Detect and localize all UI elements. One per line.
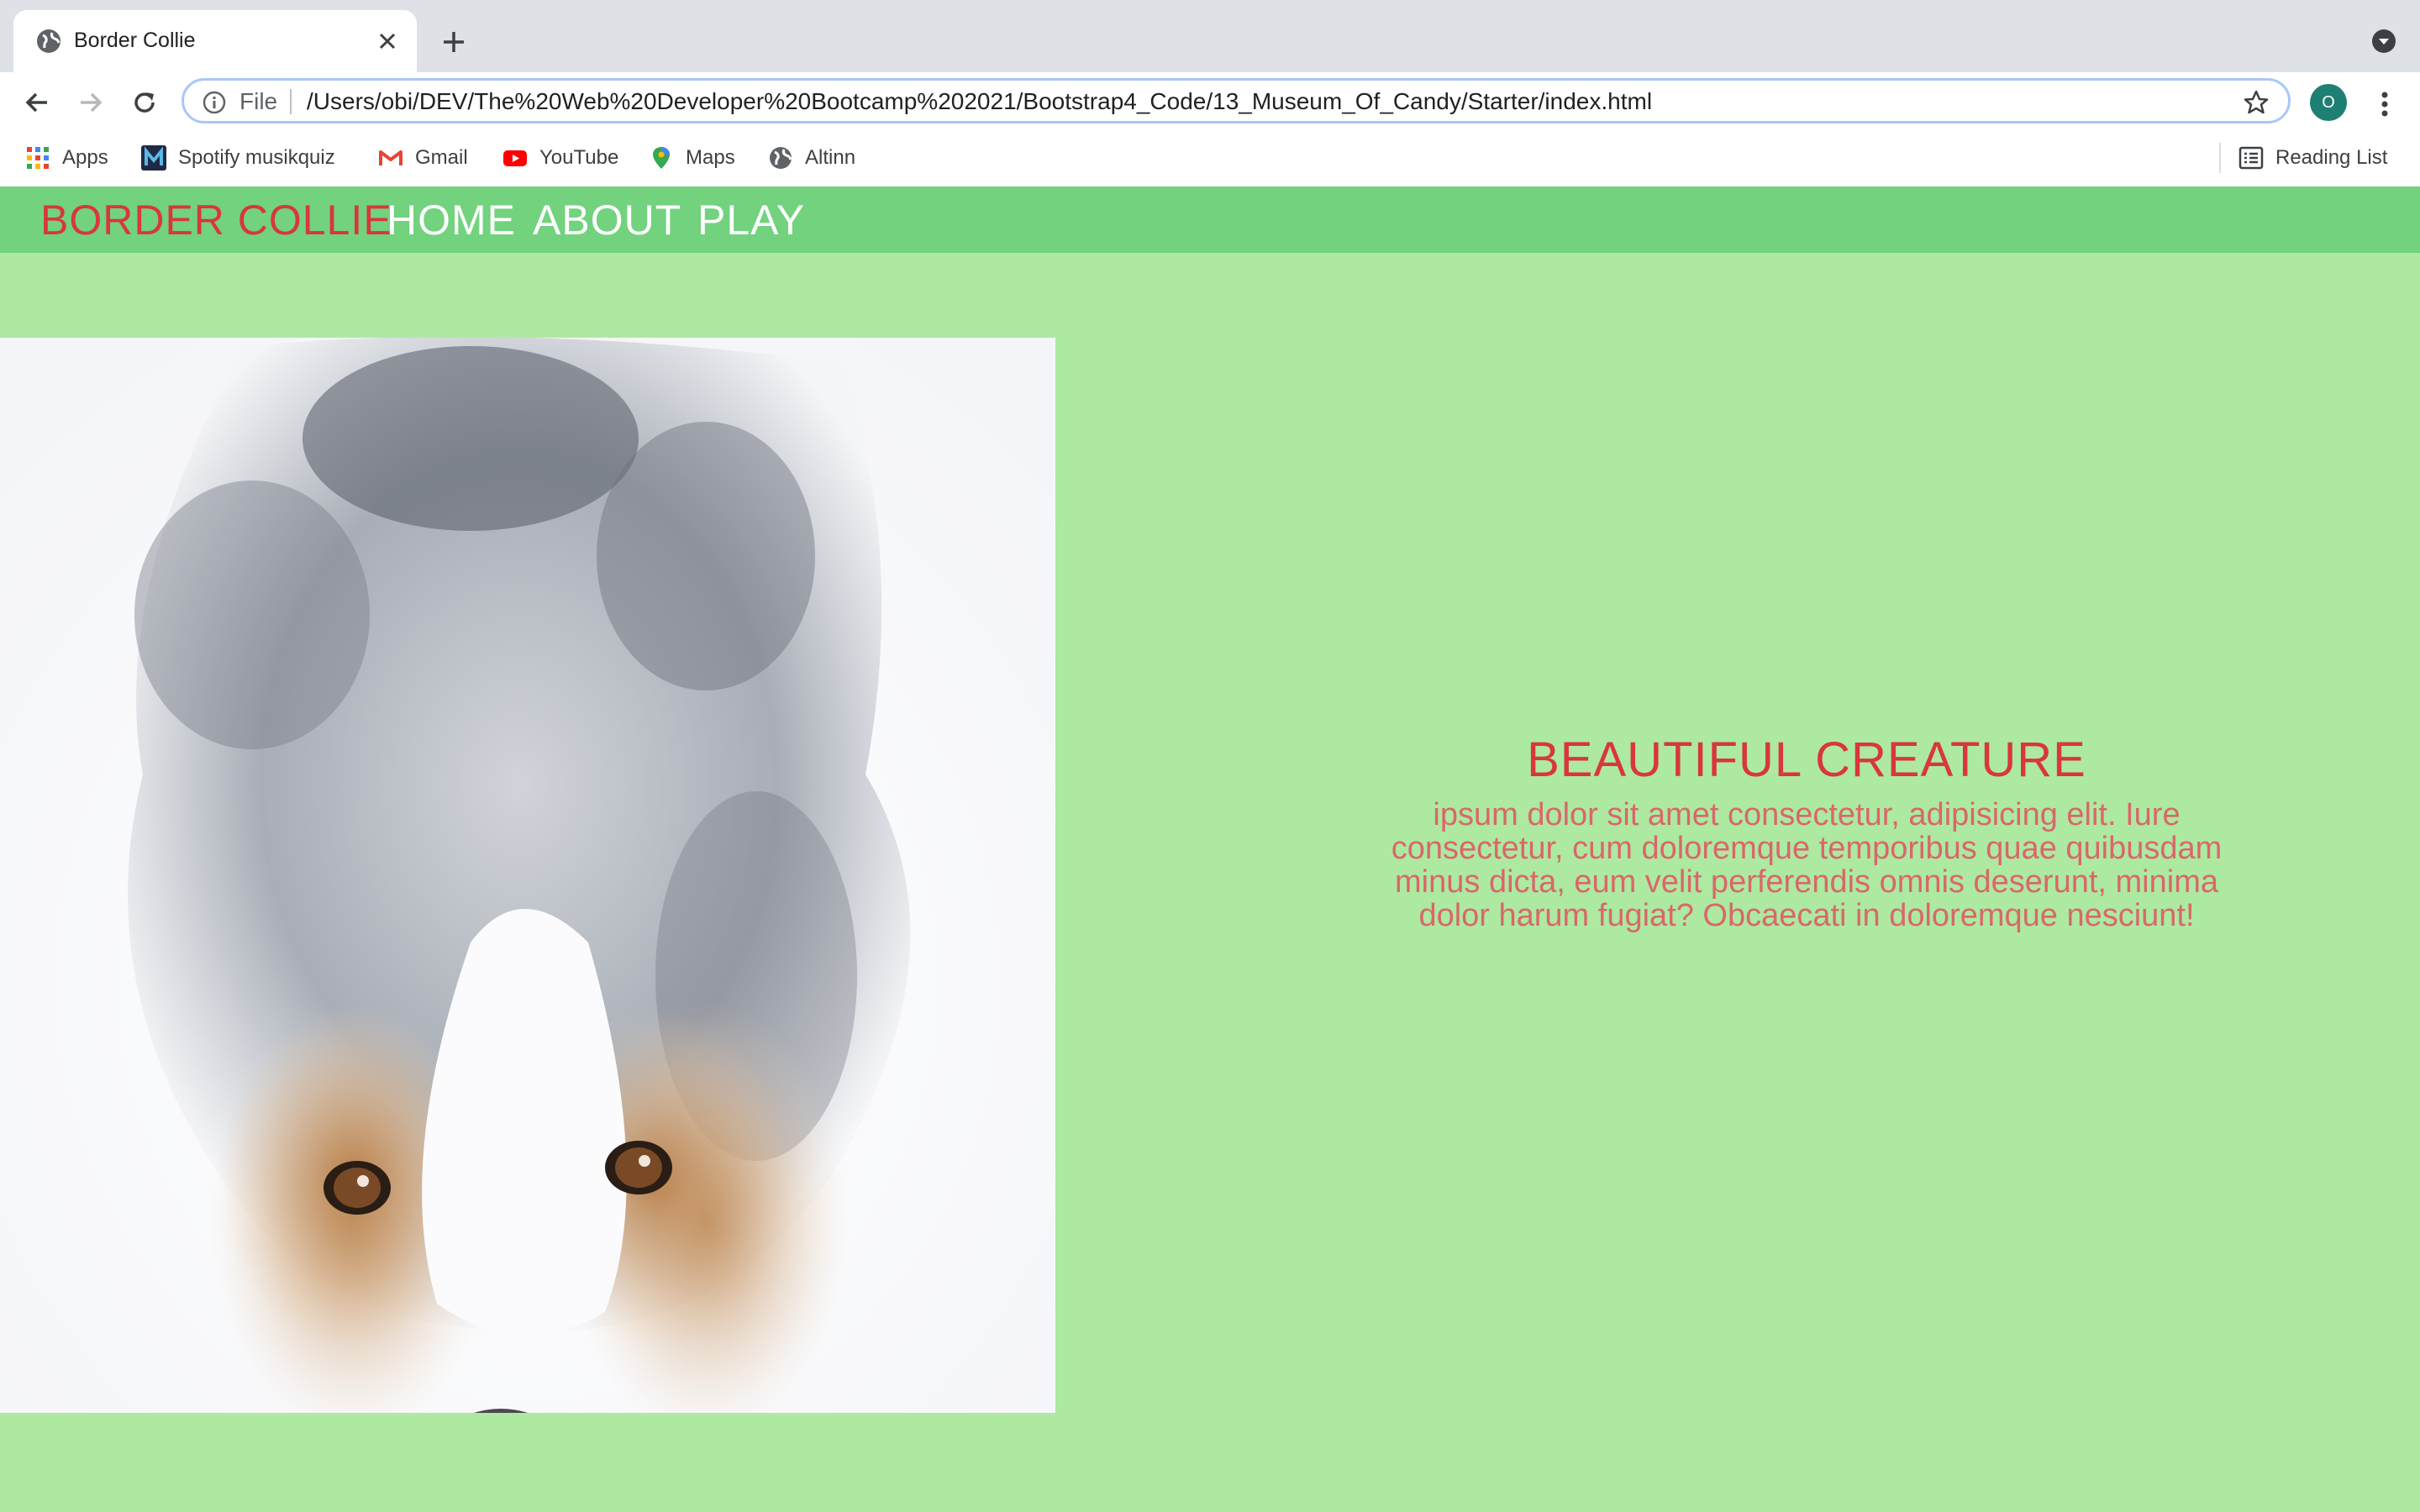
bookmark-altinn[interactable]: Altinn [768,143,855,173]
bookmark-gmail[interactable]: Gmail [378,143,468,173]
forward-icon[interactable] [74,86,108,119]
browser-tab[interactable]: Border Collie [13,10,417,72]
bookmark-label: Spotify musikquiz [178,146,335,169]
youtube-icon [503,150,527,166]
bookmark-label: Apps [62,146,108,169]
apps-grid-icon [27,147,49,169]
info-icon[interactable] [203,91,226,114]
bookmarks-bar: Apps Spotify musikquiz Gmail YouTube Map… [0,131,2420,187]
address-bar[interactable]: File /Users/obi/DEV/The%20Web%20Develope… [182,78,2291,123]
nav-link-play[interactable]: PLAY [697,197,805,244]
reading-list-button[interactable]: Reading List [2238,143,2387,173]
dog-illustration [0,338,1055,1413]
globe-icon [770,147,792,169]
spotify-m-icon [141,145,166,171]
browser-toolbar: File /Users/obi/DEV/The%20Web%20Develope… [0,72,2420,131]
maps-pin-icon [653,147,670,169]
reload-icon[interactable] [128,86,161,119]
globe-icon [37,29,60,53]
site-navbar: BORDER COLLIE HOME ABOUT PLAY [0,186,2420,253]
nav-link-about[interactable]: ABOUT [533,197,681,244]
feature-copy: BEAUTIFUL CREATURE ipsum dolor sit amet … [1378,731,2235,932]
bookmark-spotify-musikquiz[interactable]: Spotify musikquiz [141,143,335,173]
address-url[interactable]: /Users/obi/DEV/The%20Web%20Developer%20B… [307,87,1652,116]
bookmark-label: Altinn [805,146,856,169]
new-tab-icon[interactable] [437,25,471,59]
profile-avatar[interactable]: O [2310,84,2347,121]
bookmark-label: Maps [686,146,735,169]
dog-photo [0,338,1055,1413]
bookmark-maps[interactable]: Maps [649,143,735,173]
bookmark-label: YouTube [539,146,619,169]
address-scheme: File [239,88,278,114]
more-menu-icon[interactable] [2370,87,2400,121]
bookmark-youtube[interactable]: YouTube [502,143,618,173]
address-separator [290,89,292,114]
nav-link-home[interactable]: HOME [387,197,516,244]
tab-strip: Border Collie [0,0,2420,72]
site-brand[interactable]: BORDER COLLIE [40,197,392,244]
bookmark-star-icon[interactable] [2243,89,2270,116]
gmail-icon [379,150,402,165]
bookmarks-divider [2219,143,2221,173]
feature-body: ipsum dolor sit amet consectetur, adipis… [1391,797,2223,933]
feature-heading: BEAUTIFUL CREATURE [1527,732,2086,787]
tab-search-icon[interactable] [2371,29,2396,54]
back-icon[interactable] [20,86,54,119]
reading-list-label: Reading List [2275,146,2388,169]
bookmark-apps[interactable]: Apps [25,143,108,173]
tab-title: Border Collie [74,29,196,52]
bookmark-label: Gmail [415,146,468,169]
close-icon[interactable] [375,29,400,54]
reading-list-icon [2238,146,2264,170]
